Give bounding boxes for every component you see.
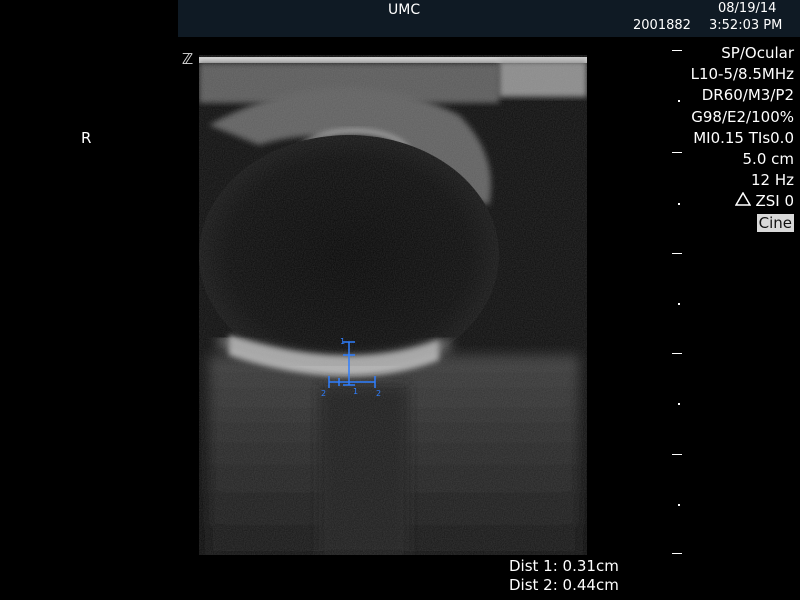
header-bar: UMC 2001882 08/19/14 3:52:03 PM (178, 0, 800, 37)
depth-scale (672, 50, 684, 560)
ultrasound-image[interactable]: 1 1 2 2 (199, 55, 587, 555)
depth-tick (672, 50, 682, 51)
depth-tick (678, 303, 680, 305)
triangle-focus-icon (735, 191, 752, 212)
measurement-results: Dist 1: 0.31cm Dist 2: 0.44cm (509, 557, 619, 595)
facility-title: UMC (388, 2, 421, 18)
z-orientation-icon: ℤ (182, 50, 194, 68)
depth-tick (678, 504, 680, 506)
depth-tick (672, 353, 682, 354)
depth-tick (672, 152, 682, 153)
speckle-overlay (199, 55, 587, 555)
depth-tick (672, 454, 682, 455)
zsi-row: ZSI 0 (691, 191, 794, 212)
frame-rate-label: 12 Hz (750, 171, 794, 190)
depth-label: 5.0 cm (742, 150, 794, 169)
patient-id: 2001882 (633, 18, 691, 33)
dynamic-range-label: DR60/M3/P2 (701, 86, 794, 105)
exam-time: 3:52:03 PM (709, 18, 783, 33)
depth-tick (678, 100, 680, 102)
gain-label: G98/E2/100% (691, 107, 794, 126)
zsi-label: ZSI 0 (755, 192, 794, 211)
depth-tick (672, 553, 682, 554)
parameter-panel: SP/Ocular L10-5/8.5MHz DR60/M3/P2 G98/E2… (691, 43, 794, 234)
caliper-2-label-right: 2 (376, 389, 381, 398)
caliper-2-label-left: 2 (321, 389, 326, 398)
caliper-1-label-top: 1 (340, 337, 345, 346)
dist-2-readout: Dist 2: 0.44cm (509, 576, 619, 594)
exam-date: 08/19/14 (718, 1, 777, 16)
depth-tick (678, 403, 680, 405)
preset-label: SP/Ocular (721, 44, 794, 62)
mi-tis-label: MI0.15 TIs0.0 (693, 128, 794, 147)
cine-badge[interactable]: Cine (756, 213, 794, 232)
orientation-marker: R (81, 129, 92, 147)
transducer-label: L10-5/8.5MHz (690, 65, 794, 84)
dist-1-readout: Dist 1: 0.31cm (509, 557, 619, 575)
caliper-1-label-bottom: 1 (353, 387, 358, 396)
depth-tick (672, 253, 682, 254)
depth-tick (678, 203, 680, 205)
